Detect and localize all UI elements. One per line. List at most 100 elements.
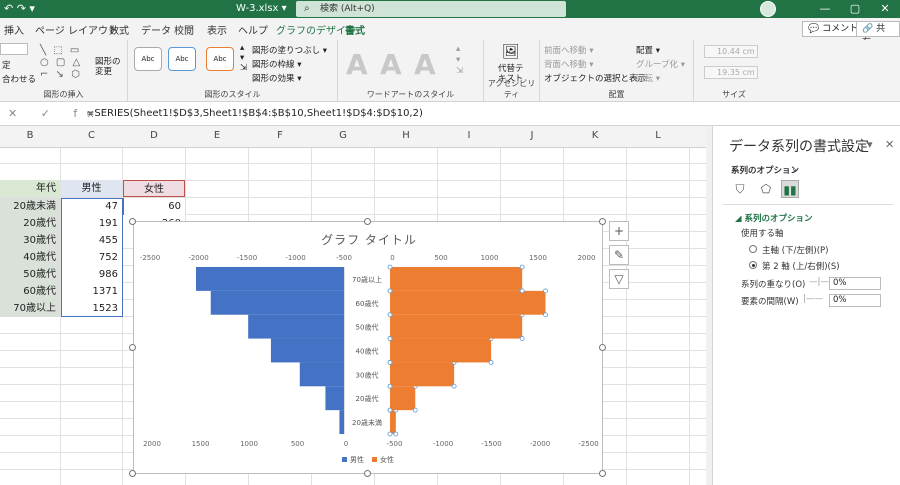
cell-header-female[interactable]: 女性: [123, 180, 185, 197]
cell-age[interactable]: 20歳代: [0, 215, 60, 232]
selection-pane-button[interactable]: オブジェクトの選択と表示: [544, 72, 646, 84]
avatar[interactable]: [760, 1, 776, 17]
restore-button[interactable]: ▢: [840, 0, 870, 18]
gap-width-input[interactable]: 0%: [829, 294, 881, 307]
tab-chart-design[interactable]: グラフのデザイン: [276, 22, 356, 37]
shape-styles-scroll-icon[interactable]: ▴ ▾ ⇲: [240, 43, 247, 73]
column-header-d[interactable]: D: [123, 130, 185, 146]
resize-handle[interactable]: [599, 344, 606, 351]
chart-elements-button[interactable]: +: [609, 221, 629, 241]
resize-handle[interactable]: [364, 218, 371, 225]
resize-handle[interactable]: [129, 344, 136, 351]
wordart-style-3[interactable]: A: [414, 48, 436, 81]
shape-selector[interactable]: [0, 43, 28, 55]
series-options-icon[interactable]: ▮▮: [781, 180, 799, 198]
gap-width-slider[interactable]: |——: [803, 294, 823, 304]
cell-male[interactable]: 752: [61, 249, 122, 266]
style-preset-1[interactable]: Abc: [134, 47, 162, 71]
secondary-axis-label[interactable]: 第 2 軸 (上/右側)(S): [762, 260, 840, 272]
wordart-style-2[interactable]: A: [380, 48, 402, 81]
tab-data[interactable]: データ: [141, 22, 171, 37]
cell-age[interactable]: 50歳代: [0, 266, 60, 283]
send-backward-button[interactable]: 背面へ移動 ▾: [544, 58, 593, 70]
column-header-f[interactable]: F: [249, 130, 311, 146]
cell-male[interactable]: 191: [61, 215, 122, 232]
resize-handle[interactable]: [599, 218, 606, 225]
shape-effects-button[interactable]: 図形の効果 ▾: [252, 72, 301, 84]
chart-styles-button[interactable]: ✎: [609, 245, 629, 265]
tab-page-layout[interactable]: ページ レイアウト: [35, 22, 118, 37]
cell-age[interactable]: 60歳代: [0, 283, 60, 300]
share-button[interactable]: 🔗 共有: [856, 21, 900, 48]
tab-view[interactable]: 表示: [207, 22, 227, 37]
pane-options-dropdown[interactable]: ▾: [867, 138, 873, 151]
rotate-button[interactable]: 回転 ▾: [636, 72, 660, 84]
style-preset-3[interactable]: Abc: [206, 47, 234, 71]
overlap-slider[interactable]: —|—: [809, 277, 829, 287]
section-title[interactable]: ◢ 系列のオプション: [735, 212, 813, 224]
column-header-i[interactable]: I: [438, 130, 500, 146]
tab-insert[interactable]: 挿入: [4, 22, 24, 37]
cell-male[interactable]: 1371: [61, 283, 122, 300]
resize-handle[interactable]: [599, 470, 606, 477]
series-options-dropdown[interactable]: 系列のオプション: [731, 164, 799, 176]
chart-filters-button[interactable]: ▽: [609, 269, 629, 289]
comment-button[interactable]: 💬 コメント: [802, 21, 865, 37]
column-header-g[interactable]: G: [312, 130, 374, 146]
shape-fill-button[interactable]: 図形の塗りつぶし ▾: [252, 44, 327, 56]
align-button[interactable]: 配置 ▾: [636, 44, 660, 56]
minimize-button[interactable]: —: [810, 0, 840, 18]
shape-outline-button[interactable]: 図形の枠線 ▾: [252, 58, 301, 70]
file-name[interactable]: W-3.xlsx ▾: [236, 3, 287, 14]
wordart-style-1[interactable]: A: [346, 48, 368, 81]
cell-male[interactable]: 455: [61, 232, 122, 249]
column-header-c[interactable]: C: [61, 130, 122, 146]
secondary-axis-radio[interactable]: [749, 261, 757, 269]
bring-forward-button[interactable]: 前面へ移動 ▾: [544, 44, 593, 56]
resize-handle[interactable]: [129, 218, 136, 225]
cell-age[interactable]: 40歳代: [0, 249, 60, 266]
cell-header-age[interactable]: 年代: [0, 180, 60, 197]
pane-close-button[interactable]: ✕: [885, 138, 894, 151]
primary-axis-radio[interactable]: [749, 245, 757, 253]
tab-format[interactable]: 書式: [345, 22, 365, 42]
series-options-chevron-icon[interactable]: ⌄: [791, 164, 798, 174]
selection-marker: [387, 431, 393, 437]
cell-age[interactable]: 70歳以上: [0, 300, 60, 317]
column-header-l[interactable]: L: [627, 130, 689, 146]
column-header-j[interactable]: J: [501, 130, 563, 146]
resize-handle[interactable]: [364, 470, 371, 477]
change-shape-button[interactable]: 図形の 変更: [95, 57, 121, 77]
population-pyramid-chart[interactable]: グラフ タイトル -2500 -2000 -1500 -1000 -500 0 500 100…: [133, 221, 603, 474]
overlap-input[interactable]: 0%: [829, 277, 881, 290]
cell-male[interactable]: 1523: [61, 300, 122, 317]
column-header-k[interactable]: K: [564, 130, 626, 146]
primary-axis-label[interactable]: 主軸 (下/左側)(P): [762, 244, 828, 256]
cell-male[interactable]: 986: [61, 266, 122, 283]
width-input[interactable]: 19.35 cm: [704, 66, 758, 79]
cell-age[interactable]: 20歳未満: [0, 198, 60, 215]
tab-review[interactable]: 校閲: [174, 22, 194, 37]
shape-gallery[interactable]: ╲ ⬚ ▭ ○ ▢ △ ⌐ ↘ ⬡: [40, 45, 102, 81]
close-window-button[interactable]: ✕: [870, 0, 900, 18]
search-box[interactable]: ⌕ 検索 (Alt+Q): [296, 1, 566, 17]
selection-marker: [387, 407, 393, 413]
column-header-e[interactable]: E: [186, 130, 248, 146]
cell-female[interactable]: 60: [123, 198, 185, 215]
formula-input[interactable]: =SERIES(Sheet1!$D$3,Sheet1!$B$4:$B$10,Sh…: [86, 108, 423, 119]
column-header-b[interactable]: B: [0, 130, 60, 146]
cell-male[interactable]: 47: [61, 198, 122, 215]
wordart-options-icon[interactable]: ▴ ▾ ⇲: [456, 44, 463, 77]
effects-icon[interactable]: ⬠: [757, 180, 775, 198]
height-input[interactable]: 10.44 cm: [704, 45, 758, 58]
resize-handle[interactable]: [129, 470, 136, 477]
cell-age[interactable]: 30歳代: [0, 232, 60, 249]
fill-line-icon[interactable]: ⛉: [731, 180, 749, 198]
quick-access-toolbar[interactable]: ↶ ↷ ▾: [4, 2, 35, 15]
tab-formulas[interactable]: 数式: [109, 22, 129, 37]
style-preset-2[interactable]: Abc: [168, 47, 196, 71]
cell-header-male[interactable]: 男性: [61, 180, 122, 197]
tab-help[interactable]: ヘルプ: [238, 22, 268, 37]
group-button[interactable]: グループ化 ▾: [636, 58, 685, 70]
column-header-h[interactable]: H: [375, 130, 437, 146]
